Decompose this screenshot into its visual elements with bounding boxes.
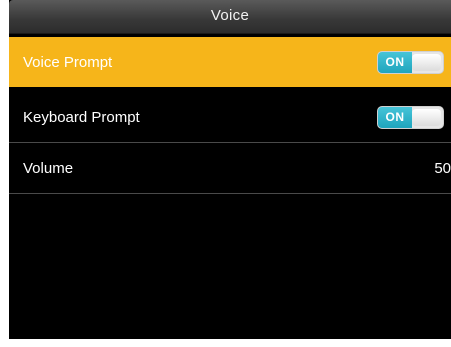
- voice-prompt-toggle[interactable]: ON: [377, 50, 444, 74]
- toggle-on-label: ON: [378, 106, 412, 128]
- setting-row-volume[interactable]: Volume 50: [9, 143, 451, 193]
- device-frame: Voice Voice Prompt ON Keyboard Prompt ON…: [0, 0, 451, 347]
- page-title: Voice: [210, 7, 250, 24]
- keyboard-prompt-toggle[interactable]: ON: [377, 105, 444, 129]
- screen: Voice Voice Prompt ON Keyboard Prompt ON…: [9, 0, 451, 339]
- row-divider: [9, 193, 451, 194]
- setting-label-keyboard-prompt: Keyboard Prompt: [23, 108, 140, 126]
- setting-row-voice-prompt[interactable]: Voice Prompt ON: [9, 37, 451, 87]
- toggle-knob: [412, 108, 441, 126]
- setting-label-volume: Volume: [23, 159, 74, 177]
- setting-label-voice-prompt: Voice Prompt: [23, 53, 113, 71]
- setting-row-keyboard-prompt[interactable]: Keyboard Prompt ON: [9, 92, 451, 142]
- toggle-knob: [412, 53, 441, 71]
- title-bar: Voice: [9, 0, 451, 34]
- volume-value: 50: [434, 159, 451, 177]
- toggle-on-label: ON: [378, 51, 412, 73]
